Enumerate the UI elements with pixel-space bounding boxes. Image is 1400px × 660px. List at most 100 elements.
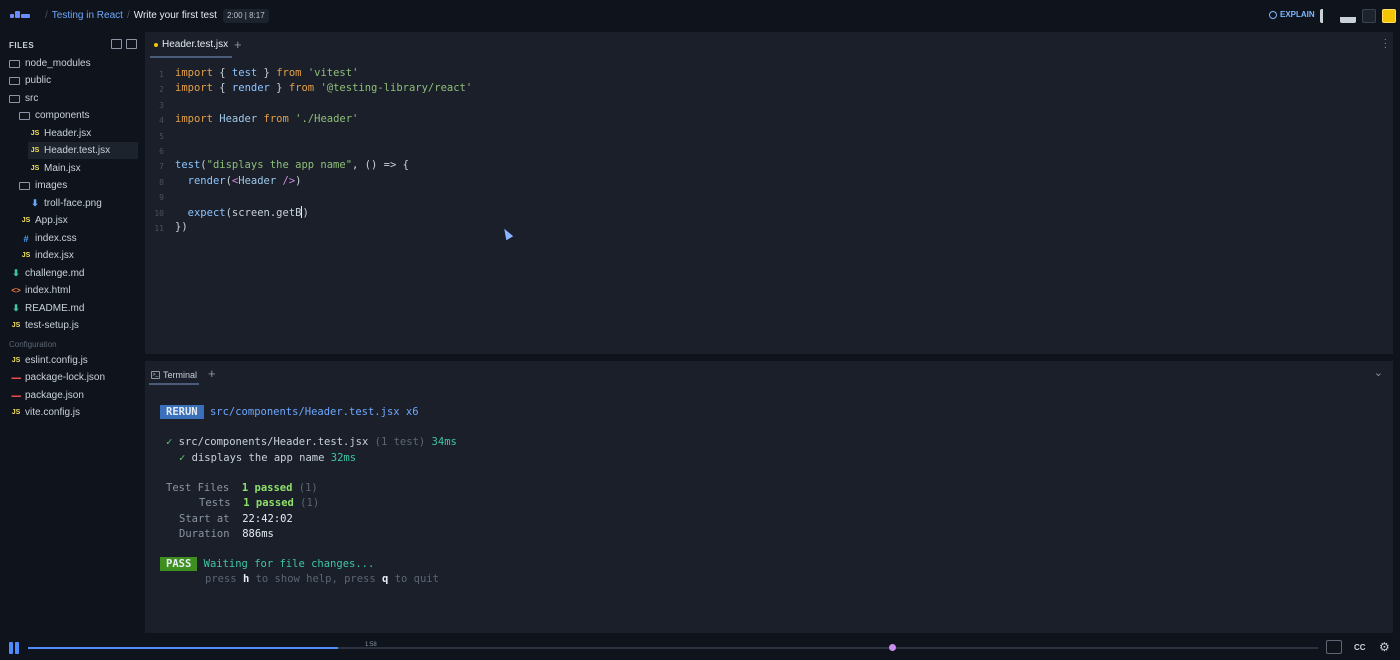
line-number: 5 — [159, 131, 164, 141]
summary-value: 886ms — [242, 528, 274, 540]
file-result-line: ✓ src/components/Header.test.jsx (1 test… — [166, 436, 457, 448]
tree-item-label: test-setup.js — [25, 320, 79, 331]
file-explorer: FILES node_modules public src components… — [0, 32, 144, 636]
tree-item-components[interactable]: components — [19, 107, 139, 124]
line-number: 6 — [159, 147, 164, 156]
tree-item-label: node_modules — [25, 58, 91, 69]
code-line: 8 render(<Header />) — [145, 175, 1345, 190]
tree-item-label: vite.config.js — [25, 407, 81, 418]
pause-icon — [9, 642, 13, 654]
check-icon: ✓ — [166, 436, 173, 448]
summary-label: Duration — [179, 528, 230, 540]
tree-item-src[interactable]: src — [9, 90, 139, 107]
summary-row: Test Files 1 passed (1) — [166, 482, 318, 494]
pass-badge: PASS — [160, 557, 198, 571]
breadcrumb-course[interactable]: Testing in React — [52, 10, 123, 21]
tab-terminal[interactable]: >_ Terminal — [149, 367, 200, 385]
new-terminal-plus-icon[interactable]: + — [208, 366, 216, 381]
file-result-time: 34ms — [431, 436, 457, 448]
new-folder-icon[interactable] — [126, 39, 137, 49]
terminal-tab-label: Terminal — [163, 370, 198, 380]
layout-switcher — [1320, 9, 1396, 23]
js-file-icon: JS — [11, 409, 21, 416]
tree-item-label: Main.jsx — [44, 163, 81, 174]
new-tab-plus-icon[interactable]: + — [234, 37, 242, 52]
video-player-bar: 1:58 CC ⚙ — [0, 636, 1400, 660]
code-line: 1 import { test } from 'vitest' — [145, 67, 1345, 82]
tree-item-index-jsx[interactable]: JS index.jsx — [19, 247, 139, 264]
tree-item-readme-md[interactable]: ⬇ README.md — [9, 300, 139, 317]
files-header: FILES — [9, 41, 35, 50]
breadcrumb-separator: / — [126, 10, 130, 21]
summary-row: Duration 886ms — [179, 528, 274, 540]
layout-sidebar-icon[interactable] — [1320, 9, 1334, 23]
tree-item-test-setup-js[interactable]: JS test-setup.js — [9, 317, 139, 334]
tree-item-main-jsx[interactable]: JS Main.jsx — [28, 160, 138, 177]
timeline-marker[interactable] — [889, 644, 897, 651]
js-file-icon: JS — [30, 130, 40, 137]
configuration-section-label: Configuration — [9, 340, 57, 349]
new-file-icon[interactable] — [111, 39, 122, 49]
js-file-icon: JS — [30, 165, 40, 172]
progress-track[interactable]: 1:58 — [28, 642, 1318, 651]
summary-row: Tests 1 passed (1) — [199, 497, 319, 509]
summary-value: 1 passed — [243, 497, 294, 509]
audio-icon[interactable] — [1326, 640, 1342, 654]
line-number: 9 — [159, 193, 164, 203]
css-file-icon: # — [23, 233, 29, 244]
layout-bottom-panel-icon[interactable] — [1340, 9, 1356, 23]
explain-icon — [1269, 10, 1277, 19]
rerun-line: RERUN src/components/Header.test.jsx x6 — [160, 405, 419, 419]
line-number: 3 — [159, 100, 164, 110]
settings-gear-icon[interactable]: ⚙ — [1379, 640, 1390, 654]
help-mid: to show help, press — [255, 573, 376, 585]
tree-item-app-jsx[interactable]: JS App.jsx — [19, 212, 139, 229]
captions-button[interactable]: CC — [1354, 643, 1366, 652]
tree-item-label: Header.test.jsx — [44, 145, 111, 156]
tree-item-label: README.md — [25, 303, 85, 314]
tree-item-challenge-md[interactable]: ⬇ challenge.md — [9, 265, 139, 282]
test-name: displays the app name — [191, 452, 325, 464]
tree-item-troll-face-png[interactable]: ⬇ troll-face.png — [28, 195, 138, 212]
tree-item-package-lock-json[interactable]: ▬▬ package-lock.json — [9, 369, 139, 386]
summary-label: Tests — [199, 497, 231, 509]
help-line: press h to show help, press q to quit — [205, 573, 439, 585]
tree-item-index-css[interactable]: # index.css — [19, 230, 139, 247]
summary-row: Start at 22:42:02 — [179, 513, 293, 525]
code-line: 11}) — [145, 221, 1345, 236]
test-time: 32ms — [330, 452, 357, 464]
scrimba-logo-icon[interactable] — [10, 11, 30, 21]
tree-item-vite-config[interactable]: JS vite.config.js — [9, 404, 139, 421]
npm-file-icon: ▬▬ — [11, 392, 22, 399]
tree-item-node-modules[interactable]: node_modules — [9, 55, 139, 72]
tree-item-label: App.jsx — [35, 215, 68, 226]
collapse-chevron-icon[interactable]: ⌄ — [1374, 366, 1383, 379]
layout-notes-icon[interactable] — [1382, 9, 1396, 23]
code-line: 6 — [145, 144, 1345, 159]
js-file-icon: JS — [30, 147, 40, 154]
code-line: 9 — [145, 190, 1345, 205]
pause-button[interactable] — [9, 642, 20, 654]
summary-extra: (1) — [298, 482, 318, 494]
help-end: to quit — [394, 573, 439, 585]
tree-item-label: public — [25, 75, 52, 86]
tree-item-images[interactable]: images — [19, 177, 139, 194]
help-press: press — [205, 573, 237, 585]
tree-item-package-json[interactable]: ▬▬ package.json — [9, 387, 139, 404]
tree-item-eslint-config[interactable]: JS eslint.config.js — [9, 352, 139, 369]
tab-header-test-jsx[interactable]: Header.test.jsx — [150, 32, 233, 58]
rerun-path: src/components/Header.test.jsx x6 — [209, 406, 419, 418]
tree-item-index-html[interactable]: <> index.html — [9, 282, 139, 299]
tree-item-label: index.html — [25, 285, 71, 296]
file-result-count: (1 test) — [374, 436, 426, 448]
rerun-badge: RERUN — [160, 405, 204, 419]
explain-button[interactable]: EXPLAIN — [1269, 10, 1315, 19]
tree-item-label: Header.jsx — [44, 128, 92, 139]
layout-editor-icon[interactable] — [1362, 9, 1376, 23]
tree-item-header-test-jsx[interactable]: JS Header.test.jsx — [28, 142, 138, 159]
lesson-timer: 2:00 | 8:17 — [223, 9, 269, 23]
editor-menu-icon[interactable]: · · · — [1384, 35, 1387, 53]
tree-item-header-jsx[interactable]: JS Header.jsx — [28, 125, 138, 142]
tree-item-label: index.jsx — [35, 250, 74, 261]
tree-item-public[interactable]: public — [9, 72, 139, 89]
